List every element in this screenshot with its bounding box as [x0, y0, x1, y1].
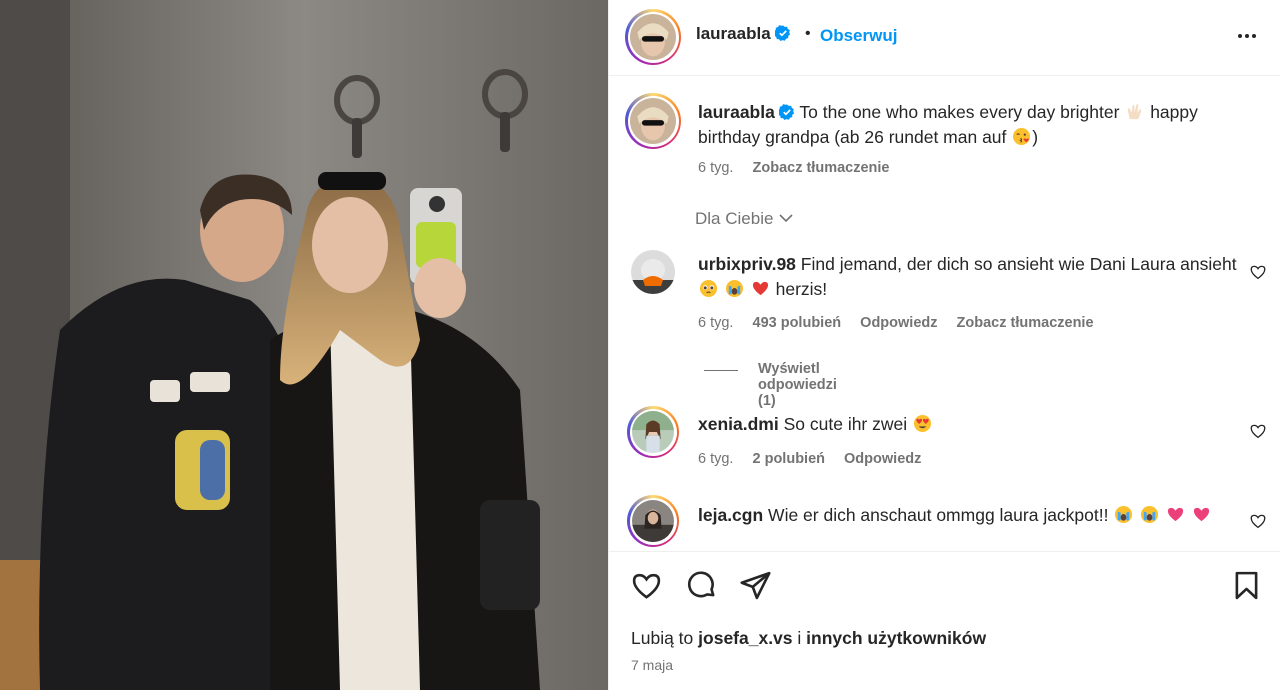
pink-heart-emoji-icon: [1168, 507, 1184, 522]
view-replies-label: Wyświetl odpowiedzi (1): [758, 361, 837, 409]
author-avatar[interactable]: [625, 9, 681, 65]
comment-like-icon[interactable]: [1249, 422, 1267, 440]
caption-translate-button[interactable]: Zobacz tłumaczenie: [753, 160, 890, 176]
post-sidebar: lauraabla • Obserwuj lauraabla To the on…: [608, 0, 1280, 690]
verified-badge-icon: [774, 25, 790, 41]
comment-body: Find jemand, der dich so ansieht wie Dan…: [800, 254, 1237, 274]
caption-username[interactable]: lauraabla: [698, 102, 775, 122]
comment-translate-button[interactable]: Zobacz tłumaczenie: [957, 315, 1094, 331]
red-heart-emoji-icon: [752, 281, 768, 296]
comment-bubble-icon[interactable]: [685, 569, 718, 602]
comment-likes-count[interactable]: 2 polubień: [753, 451, 826, 467]
comment-text: leja.cgn Wie er dich anschaut ommgg laur…: [698, 503, 1238, 528]
for-you-dropdown[interactable]: Dla Ciebie: [695, 209, 794, 229]
comment-body: Wie er dich anschaut ommgg laura jackpot…: [768, 505, 1109, 525]
comment-avatar[interactable]: [631, 250, 675, 294]
post-header: lauraabla • Obserwuj: [609, 0, 1280, 76]
comment-likes-count[interactable]: 493 polubień: [753, 315, 842, 331]
raising-hands-emoji-icon: [1128, 103, 1142, 120]
comment-avatar[interactable]: [627, 495, 679, 547]
share-paper-plane-icon[interactable]: [739, 569, 772, 602]
comment-time[interactable]: 6 tyg.: [698, 315, 733, 331]
comment-body-end: herzis!: [775, 279, 828, 299]
post-actions: Lubią to josefa_x.vs i innych użytkownik…: [609, 551, 1280, 690]
caption-meta: 6 tyg. Zobacz tłumaczenie: [698, 160, 904, 176]
comment-username[interactable]: xenia.dmi: [698, 414, 779, 434]
verified-badge-icon: [778, 104, 794, 120]
comment-like-icon[interactable]: [1249, 512, 1267, 530]
caption-avatar[interactable]: [625, 93, 681, 149]
chevron-down-icon: [779, 214, 794, 223]
for-you-label: Dla Ciebie: [695, 209, 774, 228]
caption-body-3: ): [1032, 127, 1039, 147]
likes-others-link[interactable]: innych użytkowników: [806, 628, 986, 648]
comment-username[interactable]: urbixpriv.98: [698, 254, 796, 274]
crying-face-emoji-icon: [725, 279, 743, 298]
likes-middle: i: [797, 628, 802, 648]
follow-button[interactable]: Obserwuj: [820, 26, 897, 46]
comment-avatar[interactable]: [627, 406, 679, 458]
kissing-face-emoji-icon: [1013, 127, 1031, 146]
separator-dot: •: [805, 25, 811, 42]
comment-reply-button[interactable]: Odpowiedz: [844, 451, 921, 467]
post-image: [0, 0, 608, 690]
comment-reply-button[interactable]: Odpowiedz: [860, 315, 937, 331]
replies-divider: [704, 370, 738, 371]
likes-user-link[interactable]: josefa_x.vs: [698, 628, 792, 648]
comment-time[interactable]: 6 tyg.: [698, 451, 733, 467]
comment-meta: 6 tyg. 493 polubień Odpowiedz Zobacz tłu…: [698, 315, 1109, 331]
heart-eyes-emoji-icon: [913, 414, 932, 433]
caption-body-1: To the one who makes every day brighter: [799, 102, 1120, 122]
like-heart-icon[interactable]: [630, 569, 663, 602]
comment-text: xenia.dmi So cute ihr zwei: [698, 412, 1238, 437]
post-date[interactable]: 7 maja: [631, 657, 673, 673]
crying-face-emoji-icon: [1115, 505, 1133, 524]
author-username-link[interactable]: lauraabla: [696, 24, 791, 44]
more-options-icon[interactable]: [1235, 24, 1259, 48]
likes-prefix: Lubią to: [631, 628, 694, 648]
comment-like-icon[interactable]: [1249, 263, 1267, 281]
comment-text: urbixpriv.98 Find jemand, der dich so an…: [698, 252, 1238, 302]
crying-face-emoji-icon: [1141, 505, 1159, 524]
caption-text: lauraabla To the one who makes every day…: [698, 100, 1238, 150]
comment-body: So cute ihr zwei: [783, 414, 908, 434]
pink-heart-emoji-icon: [1193, 507, 1210, 522]
save-bookmark-icon[interactable]: [1230, 569, 1263, 602]
comments-list[interactable]: lauraabla To the one who makes every day…: [609, 77, 1280, 551]
comment-meta: 6 tyg. 2 polubień Odpowiedz: [698, 451, 936, 467]
caption-time[interactable]: 6 tyg.: [698, 160, 733, 176]
pleading-face-emoji-icon: [699, 279, 718, 298]
likes-summary: Lubią to josefa_x.vs i innych użytkownik…: [631, 628, 986, 649]
author-username[interactable]: lauraabla: [696, 24, 771, 43]
post-photo[interactable]: [0, 0, 608, 690]
comment-username[interactable]: leja.cgn: [698, 505, 763, 525]
